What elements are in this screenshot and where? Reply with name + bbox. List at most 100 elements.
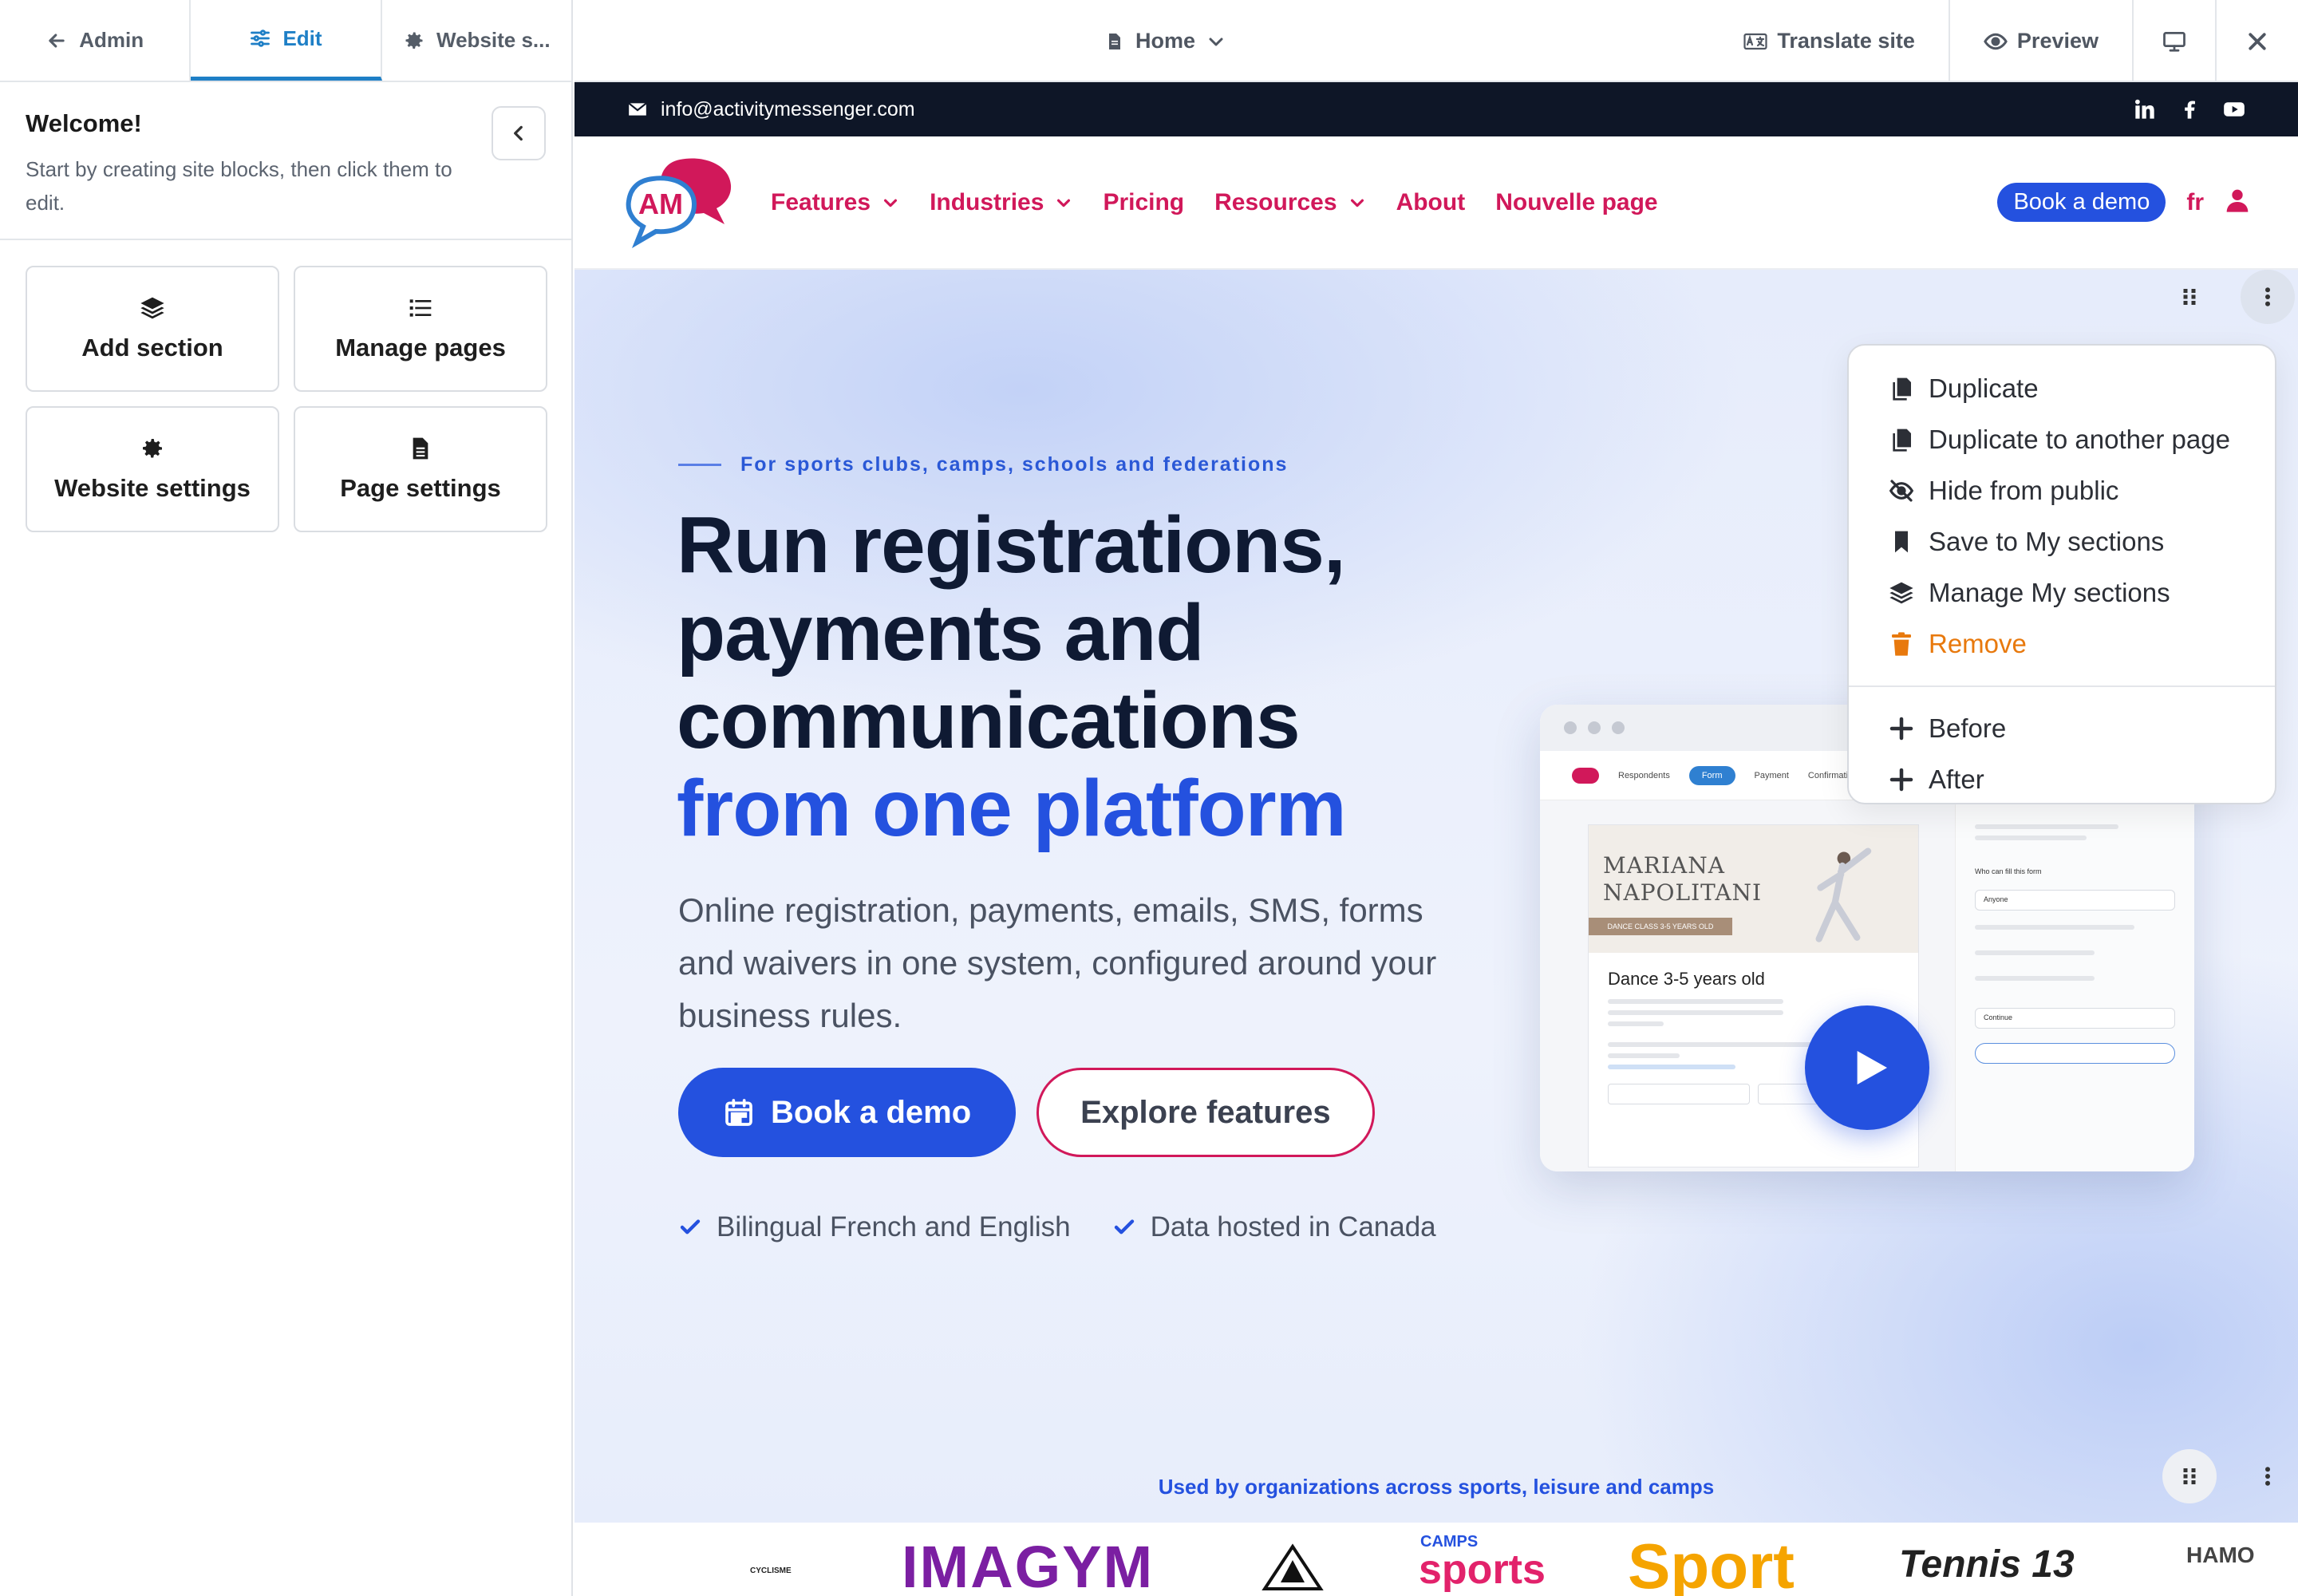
add-section-label: Add section: [81, 334, 223, 361]
tab-admin-label: Admin: [79, 28, 144, 52]
menu-item-features[interactable]: Features: [771, 189, 899, 216]
banner-name-line: MARIANA: [1603, 852, 1725, 879]
page-settings-button[interactable]: Page settings: [294, 406, 547, 532]
welcome-panel: Welcome! Start by creating site blocks, …: [0, 82, 571, 240]
language-switch[interactable]: fr: [2186, 189, 2204, 216]
section-options-button[interactable]: [2241, 270, 2295, 324]
menu-item-label: Nouvelle page: [1495, 188, 1658, 215]
menu-save-to-my-sections[interactable]: Save to My sections: [1849, 516, 2275, 567]
mockup-text-line: [1975, 976, 2095, 981]
menu-manage-my-sections[interactable]: Manage My sections: [1849, 567, 2275, 618]
headline-line: communications: [677, 676, 1301, 765]
mockup-text-line: [1608, 1021, 1664, 1026]
mockup-side-heading: Who can fill this form: [1975, 867, 2042, 875]
checkmark-icon: [680, 1219, 701, 1235]
menu-item-nouvelle-page[interactable]: Nouvelle page: [1495, 189, 1657, 216]
book-demo-label: Book a demo: [771, 1094, 972, 1130]
check-item: Data hosted in Canada: [1112, 1211, 1436, 1243]
preview-button[interactable]: Preview: [1948, 0, 2132, 82]
site-logo[interactable]: AM: [622, 155, 750, 251]
manage-pages-label: Manage pages: [335, 334, 506, 361]
tab-website-settings[interactable]: Website s...: [382, 0, 571, 81]
translate-site-label: Translate site: [1777, 29, 1915, 53]
account-button[interactable]: [2225, 188, 2250, 217]
window-dot: [1588, 721, 1601, 734]
preview-label: Preview: [2016, 29, 2099, 53]
user-icon: [2226, 189, 2249, 212]
menu-item-industries[interactable]: Industries: [930, 189, 1072, 216]
tab-edit[interactable]: Edit: [191, 0, 382, 81]
menu-item-label: Pricing: [1103, 188, 1185, 215]
client-logo-sport: Sport: [1628, 1531, 1795, 1596]
hero-subhead: Online registration, payments, emails, S…: [678, 891, 1437, 1034]
menu-item-about[interactable]: About: [1396, 189, 1466, 216]
menu-item-label: Industries: [930, 188, 1044, 215]
menu-item-resources[interactable]: Resources: [1214, 189, 1365, 216]
menu-remove[interactable]: Remove: [1849, 618, 2275, 670]
client-logo-cyclisme: CYCLISME: [750, 1566, 792, 1575]
window-dot: [1612, 721, 1625, 734]
menu-hide-from-public[interactable]: Hide from public: [1849, 465, 2275, 516]
menu-hide-from-public-label: Hide from public: [1929, 476, 2119, 505]
menu-insert-after[interactable]: After: [1849, 754, 2275, 805]
monitor-icon: [2163, 31, 2185, 52]
layers-icon: [140, 297, 164, 319]
page-selector[interactable]: Home: [1105, 0, 1226, 82]
trash-icon: [1892, 632, 1911, 656]
client-logo-sports: sports: [1419, 1547, 1546, 1593]
mockup-text-line: [1975, 950, 2095, 955]
menu-duplicate-to-page[interactable]: Duplicate to another page: [1849, 414, 2275, 465]
menu-insert-before[interactable]: Before: [1849, 703, 2275, 754]
eye-icon: [1984, 33, 2008, 49]
nav-book-demo-button[interactable]: Book a demo: [1997, 183, 2166, 222]
menu-duplicate[interactable]: Duplicate: [1849, 363, 2275, 414]
gear-icon: [143, 439, 162, 458]
copy-icon: [1893, 429, 1911, 452]
translate-site-button[interactable]: Translate site: [1710, 0, 1949, 82]
logos-title: Used by organizations across sports, lei…: [1158, 1475, 1715, 1499]
topbar-actions: Translate site Preview: [1710, 0, 2298, 82]
translate-icon: [1743, 33, 1767, 49]
list-icon: [409, 299, 432, 317]
manage-pages-button[interactable]: Manage pages: [294, 266, 547, 392]
nav-actions: Book a demo fr: [1997, 183, 2250, 222]
menu-divider: [1849, 685, 2275, 687]
mockup-banner-pill: DANCE CLASS 3-5 YEARS OLD: [1589, 918, 1732, 935]
headline-line: Run registrations,: [677, 500, 1346, 590]
check-item: Bilingual French and English: [678, 1211, 1071, 1243]
drag-handle-button[interactable]: [2162, 270, 2217, 324]
check-text: Data hosted in Canada: [1150, 1211, 1436, 1242]
mockup-card-title: Dance 3-5 years old: [1608, 969, 1765, 989]
welcome-title: Welcome!: [26, 109, 142, 137]
explore-features-button[interactable]: Explore features: [1036, 1068, 1375, 1157]
linkedin-icon[interactable]: [2134, 98, 2156, 120]
mockup-text-line: [1608, 1065, 1735, 1069]
section-context-menu: Duplicate Duplicate to another page Hide…: [1847, 344, 2276, 804]
checkmark-icon: [1114, 1219, 1134, 1235]
client-logos: CYCLISME IMAGYM CAMPS sports Sport Tenni…: [574, 1531, 2298, 1596]
collapse-sidebar-button[interactable]: [492, 106, 546, 160]
menu-insert-after-label: After: [1929, 764, 1984, 794]
mockup-field: [1608, 1084, 1750, 1104]
add-section-button[interactable]: Add section: [26, 266, 279, 392]
book-demo-button[interactable]: Book a demo: [678, 1068, 1017, 1157]
chevron-down-icon: [1057, 199, 1071, 207]
headline-accent: from one platform: [677, 764, 1347, 853]
device-toggle-button[interactable]: [2132, 0, 2215, 82]
play-video-button[interactable]: [1805, 1005, 1929, 1130]
website-settings-button[interactable]: Website settings: [26, 406, 279, 532]
arrow-left-icon: [49, 33, 65, 48]
tab-admin[interactable]: Admin: [0, 0, 192, 81]
check-text: Bilingual French and English: [717, 1211, 1071, 1242]
contact-email[interactable]: info@activitymessenger.com: [627, 98, 915, 121]
youtube-icon[interactable]: [2223, 98, 2245, 120]
mockup-button-text: Continue: [1984, 1013, 2013, 1021]
menu-item-pricing[interactable]: Pricing: [1103, 189, 1184, 216]
play-icon: [1857, 1051, 1887, 1084]
menu-duplicate-label: Duplicate: [1929, 373, 2039, 403]
tab-website-settings-label: Website s...: [436, 28, 551, 52]
mockup-select: Anyone: [1975, 890, 2175, 911]
facebook-icon[interactable]: [2178, 98, 2201, 120]
chevron-left-icon: [514, 125, 523, 141]
close-editor-button[interactable]: [2215, 0, 2298, 82]
